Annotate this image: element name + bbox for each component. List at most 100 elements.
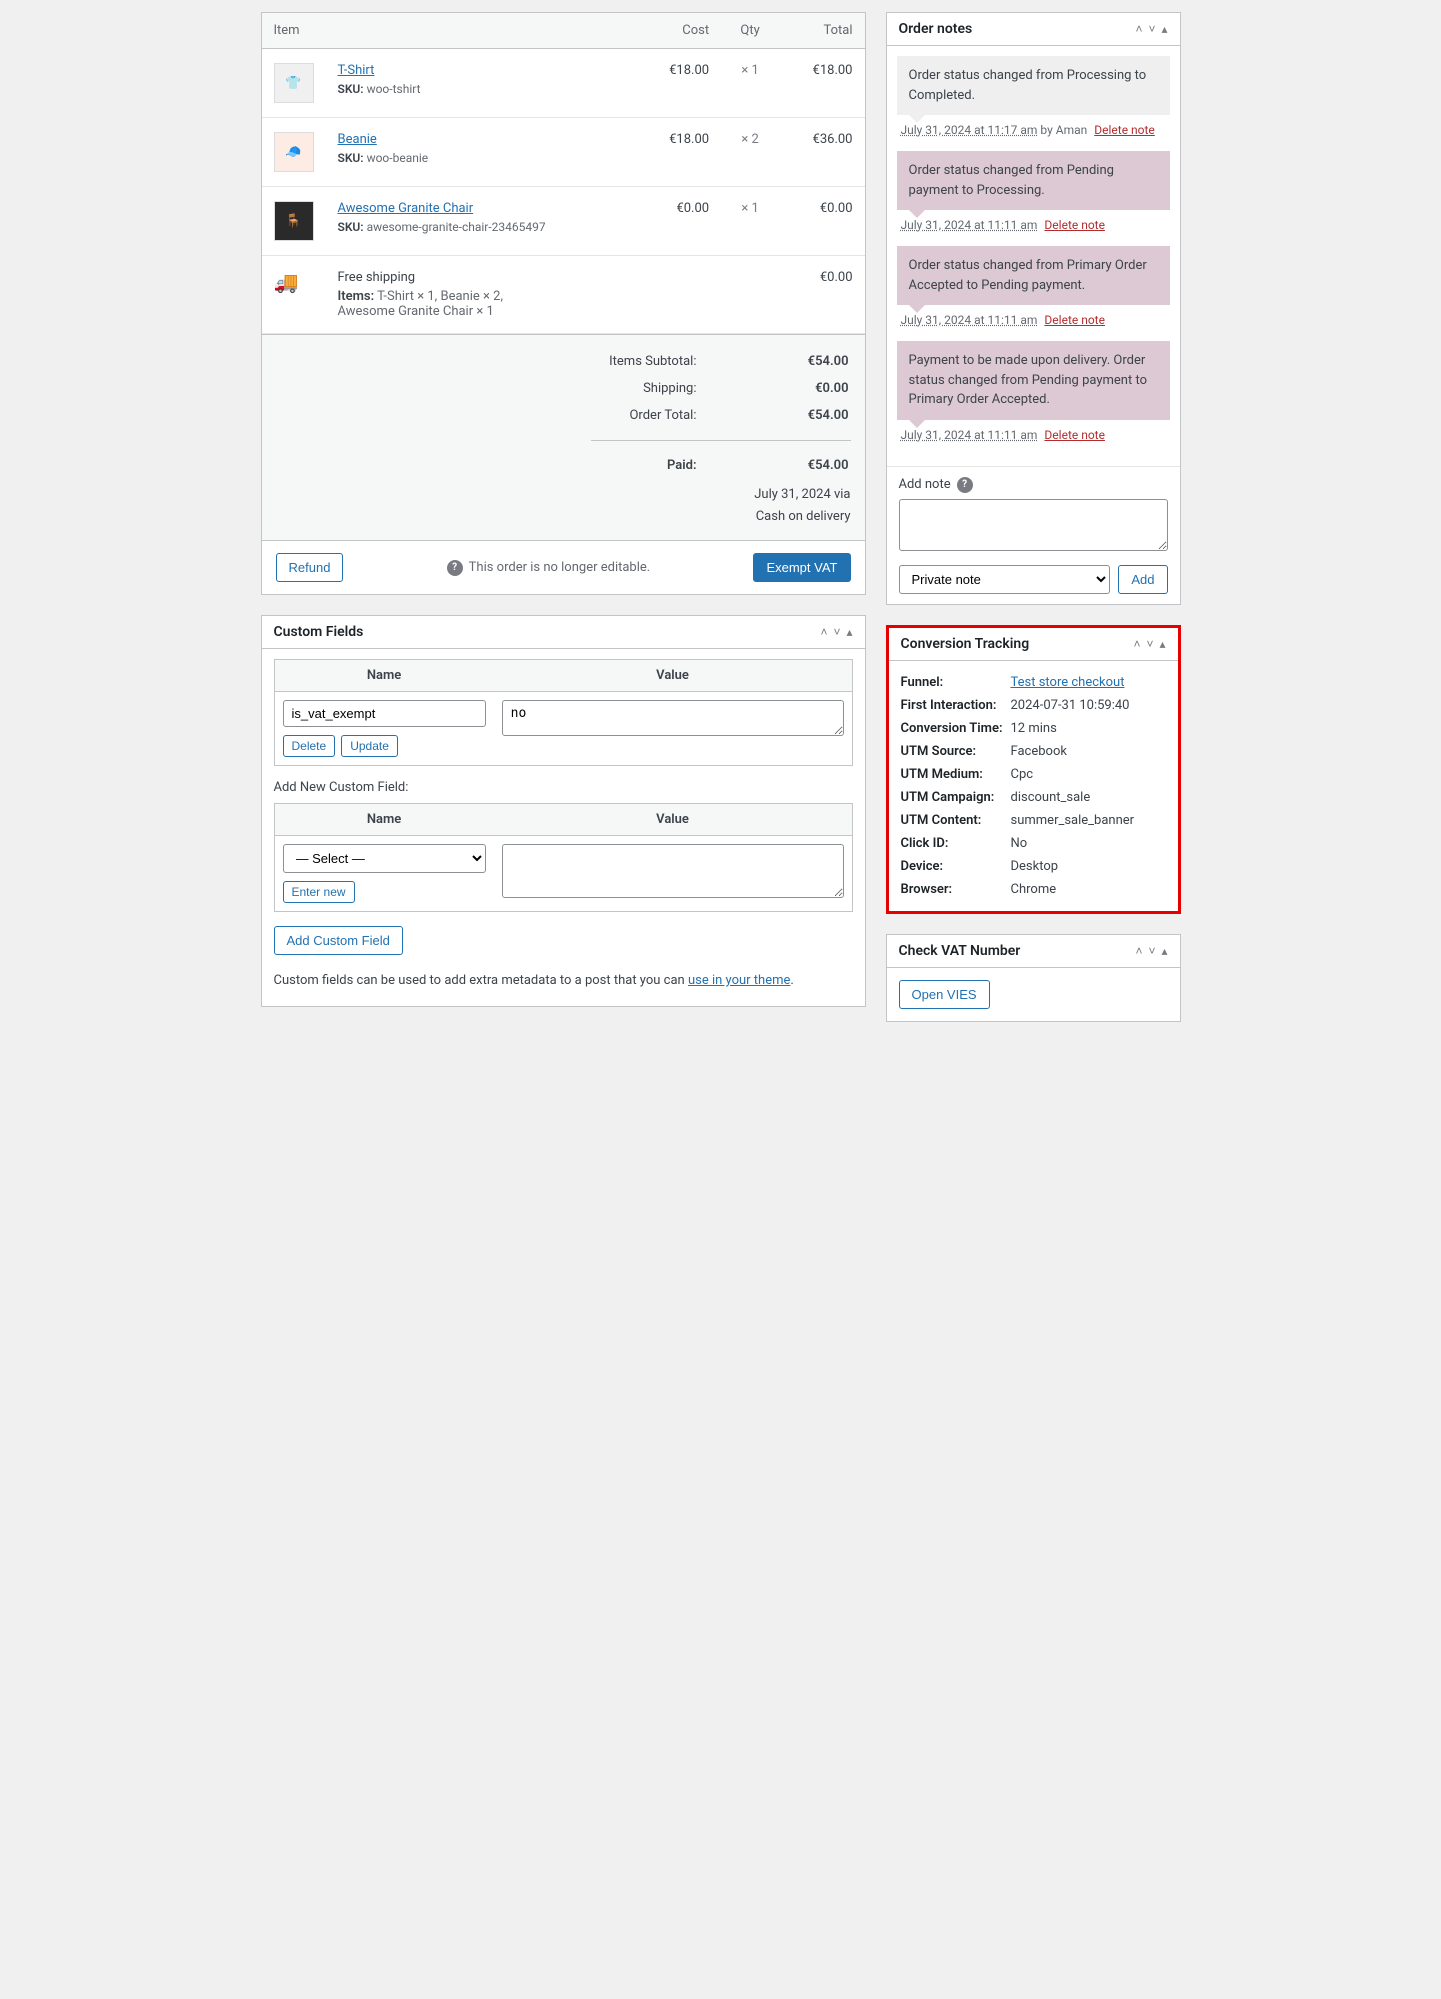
conversion-key: Funnel: <box>901 675 1011 690</box>
col-total: Total <box>779 13 864 49</box>
delete-note-link[interactable]: Delete note <box>1044 428 1105 442</box>
conversion-value: Desktop <box>1011 859 1166 874</box>
conversion-key: Browser: <box>901 882 1011 897</box>
order-note: Order status changed from Pending paymen… <box>897 151 1170 232</box>
conversion-row: UTM Content:summer_sale_banner <box>901 809 1166 832</box>
note-text: Payment to be made upon delivery. Order … <box>897 341 1170 420</box>
shipping-total: €0.00 <box>779 256 864 334</box>
check-vat-panel: Check VAT Number ˄ ˅ ▴ Open VIES <box>886 934 1181 1022</box>
funnel-link[interactable]: Test store checkout <box>1011 675 1125 690</box>
product-link[interactable]: T-Shirt <box>338 63 375 78</box>
cf-new-value-input[interactable] <box>502 844 844 898</box>
conversion-row: UTM Source:Facebook <box>901 740 1166 763</box>
conversion-value: No <box>1011 836 1166 851</box>
conversion-key: UTM Source: <box>901 744 1011 759</box>
cf-delete-button[interactable]: Delete <box>283 735 336 757</box>
help-icon: ? <box>447 560 463 576</box>
paid-method: Cash on delivery <box>276 506 851 528</box>
custom-fields-table: Name Value Delete Update <box>274 659 853 766</box>
custom-fields-panel: Custom Fields ˄ ˅ ▴ Name Value <box>261 615 866 1007</box>
conversion-title: Conversion Tracking <box>901 636 1030 652</box>
conversion-row: Click ID:No <box>901 832 1166 855</box>
line-item-row: 🪑 Awesome Granite Chair SKU: awesome-gra… <box>262 187 865 256</box>
item-cost: €18.00 <box>636 118 721 187</box>
conversion-row: Conversion Time:12 mins <box>901 717 1166 740</box>
exempt-vat-button[interactable]: Exempt VAT <box>753 553 850 582</box>
order-notes-title: Order notes <box>899 21 973 37</box>
move-up-icon[interactable]: ˄ <box>1133 638 1140 650</box>
no-edit-text: This order is no longer editable. <box>469 560 651 575</box>
item-cost: €0.00 <box>636 187 721 256</box>
help-icon: ? <box>957 477 973 493</box>
delete-note-link[interactable]: Delete note <box>1044 218 1105 232</box>
toggle-panel-icon[interactable]: ▴ <box>1161 945 1167 957</box>
cf-enter-new-button[interactable]: Enter new <box>283 881 355 903</box>
conversion-value: 2024-07-31 10:59:40 <box>1011 698 1166 713</box>
conversion-row: UTM Campaign:discount_sale <box>901 786 1166 809</box>
note-timestamp: July 31, 2024 at 11:11 am <box>901 313 1038 327</box>
check-vat-title: Check VAT Number <box>899 943 1021 959</box>
cf-hint: Custom fields can be used to add extra m… <box>274 971 853 992</box>
add-note-button[interactable]: Add <box>1118 565 1167 594</box>
conversion-value: Test store checkout <box>1011 675 1166 690</box>
cf-name-header: Name <box>274 660 494 692</box>
order-total-value: €54.00 <box>759 403 849 428</box>
product-sku: SKU: woo-tshirt <box>338 82 624 96</box>
shipping-label: Shipping: <box>278 376 757 401</box>
cf-add-name-header: Name <box>274 804 494 836</box>
order-note: Order status changed from Processing to … <box>897 56 1170 137</box>
item-total: €36.00 <box>779 118 864 187</box>
toggle-panel-icon[interactable]: ▴ <box>1161 23 1167 35</box>
move-down-icon[interactable]: ˅ <box>1146 638 1153 650</box>
cf-hint-link[interactable]: use in your theme <box>688 973 790 988</box>
shipping-items: Items: T-Shirt × 1, Beanie × 2, Awesome … <box>338 289 518 319</box>
item-total: €0.00 <box>779 187 864 256</box>
shipping-value: €0.00 <box>759 376 849 401</box>
move-up-icon[interactable]: ˄ <box>820 626 827 638</box>
shipping-row: 🚚 Free shipping Items: T-Shirt × 1, Bean… <box>262 256 865 334</box>
paid-value: €54.00 <box>759 453 849 478</box>
item-qty: × 1 <box>721 49 779 118</box>
conversion-row: First Interaction:2024-07-31 10:59:40 <box>901 694 1166 717</box>
note-textarea[interactable] <box>899 499 1168 551</box>
product-thumb: 🧢 <box>274 132 314 172</box>
delete-note-link[interactable]: Delete note <box>1094 123 1155 137</box>
line-item-row: 👕 T-Shirt SKU: woo-tshirt €18.00 × 1 €18… <box>262 49 865 118</box>
move-down-icon[interactable]: ˅ <box>1148 945 1155 957</box>
conversion-value: 12 mins <box>1011 721 1166 736</box>
product-link[interactable]: Awesome Granite Chair <box>338 201 474 216</box>
item-qty: × 2 <box>721 118 779 187</box>
product-link[interactable]: Beanie <box>338 132 377 147</box>
move-down-icon[interactable]: ˅ <box>833 626 840 638</box>
col-item: Item <box>262 13 636 49</box>
conversion-row: UTM Medium:Cpc <box>901 763 1166 786</box>
conversion-key: UTM Campaign: <box>901 790 1011 805</box>
open-vies-button[interactable]: Open VIES <box>899 980 990 1009</box>
cf-update-button[interactable]: Update <box>341 735 398 757</box>
delete-note-link[interactable]: Delete note <box>1044 313 1105 327</box>
add-custom-field-button[interactable]: Add Custom Field <box>274 926 403 955</box>
truck-icon: 🚚 <box>274 270 299 294</box>
cf-value-input[interactable] <box>502 700 844 736</box>
cf-name-input[interactable] <box>283 700 486 727</box>
conversion-value: discount_sale <box>1011 790 1166 805</box>
order-notes-panel: Order notes ˄ ˅ ▴ Order status changed f… <box>886 12 1181 605</box>
cf-name-select[interactable]: — Select — <box>283 844 486 873</box>
note-type-select[interactable]: Private note <box>899 565 1111 594</box>
conversion-key: First Interaction: <box>901 698 1011 713</box>
conversion-key: Device: <box>901 859 1011 874</box>
toggle-panel-icon[interactable]: ▴ <box>846 626 852 638</box>
conversion-key: UTM Medium: <box>901 767 1011 782</box>
conversion-row: Device:Desktop <box>901 855 1166 878</box>
move-up-icon[interactable]: ˄ <box>1135 23 1142 35</box>
product-thumb: 🪑 <box>274 201 314 241</box>
toggle-panel-icon[interactable]: ▴ <box>1159 638 1165 650</box>
order-items-table: Item Cost Qty Total 👕 T-Shirt SKU: woo-t… <box>262 13 865 334</box>
move-up-icon[interactable]: ˄ <box>1135 945 1142 957</box>
conversion-tracking-panel: Conversion Tracking ˄ ˅ ▴ Funnel:Test st… <box>886 625 1181 914</box>
line-item-row: 🧢 Beanie SKU: woo-beanie €18.00 × 2 €36.… <box>262 118 865 187</box>
paid-date: July 31, 2024 via <box>276 484 851 506</box>
move-down-icon[interactable]: ˅ <box>1148 23 1155 35</box>
item-total: €18.00 <box>779 49 864 118</box>
refund-button[interactable]: Refund <box>276 553 344 582</box>
